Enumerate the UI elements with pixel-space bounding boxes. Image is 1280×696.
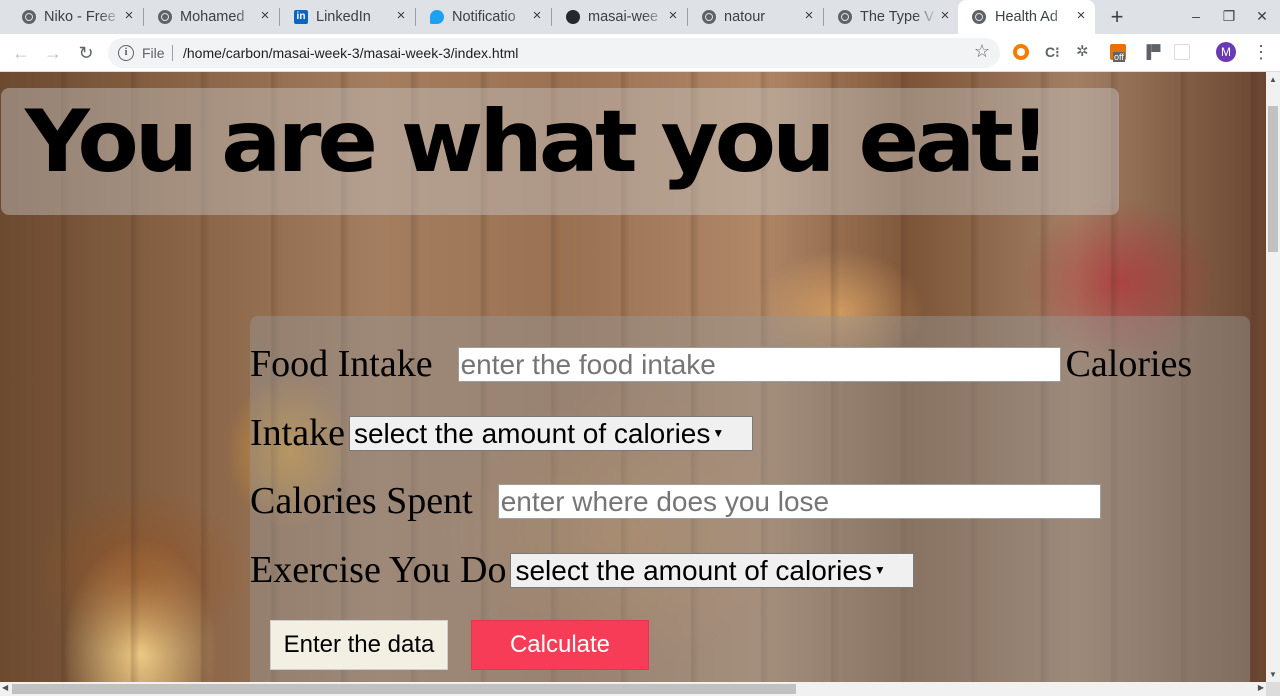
horizontal-scroll-thumb[interactable] [12,684,796,694]
horizontal-scrollbar[interactable]: ◀ ▶ [0,682,1266,696]
extension-orange-icon[interactable] [1013,44,1029,60]
tab-title: Notificatio [452,9,516,25]
forward-button[interactable]: → [42,42,64,64]
reload-button[interactable]: ↻ [75,42,97,64]
calorie-form: Food Intake enter the food intake Calori… [250,316,1250,682]
calories-spent-label: Calories Spent [250,480,473,522]
exercise-row: Exercise You Do select the amount of cal… [250,548,915,592]
globe-icon [22,10,36,24]
new-tab-button[interactable]: + [1105,5,1129,29]
tab-github[interactable]: masai-wee × [544,0,687,34]
calories-label: Calories [1065,343,1193,385]
address-url[interactable]: /home/carbon/masai-week-3/masai-week-3/i… [183,45,518,61]
calories-spent-input[interactable]: enter where does you lose [497,483,1101,519]
extension-flag-icon[interactable]: ▐▀ [1142,44,1160,60]
window-close-button[interactable]: ✕ [1253,8,1271,25]
extension-bug-icon[interactable]: ✲ [1076,44,1092,60]
restore-button[interactable]: ❐ [1220,8,1238,25]
calculate-button[interactable]: Calculate [471,620,649,670]
browser-menu-icon[interactable]: ⋮ [1252,42,1270,62]
extension-off-badge: off [1113,52,1125,62]
bookmark-star-icon[interactable]: ☆ [974,41,990,62]
scrollbar-corner [1266,682,1280,696]
close-icon[interactable]: × [801,8,817,24]
scroll-up-icon[interactable]: ▲ [1269,75,1277,84]
food-intake-row: Food Intake enter the food intake Calori… [250,342,1192,386]
close-icon[interactable]: × [393,8,409,24]
intake-select[interactable]: select the amount of calories ▼ [348,415,753,451]
tab-natour[interactable]: natour × [680,0,823,34]
tab-linkedin[interactable]: in LinkedIn × [272,0,415,34]
browser-toolbar: ← → ↻ i File /home/carbon/masai-week-3/m… [0,34,1280,72]
vertical-scroll-thumb[interactable] [1268,106,1278,252]
headline-banner: You are what you eat! [1,88,1119,215]
vertical-scrollbar[interactable]: ▲ ▼ [1266,72,1280,682]
tab-notifications[interactable]: Notificatio × [408,0,551,34]
extension-off-icon[interactable]: off [1110,44,1126,62]
intake-label: Intake [250,412,345,454]
exercise-select[interactable]: select the amount of calories ▼ [510,552,915,588]
github-icon [566,10,580,24]
globe-icon [972,10,986,24]
tab-niko[interactable]: Niko - Free × [0,0,143,34]
food-intake-label: Food Intake [250,343,433,385]
tab-strip: Niko - Free × Mohamed × in LinkedIn × No… [0,0,1280,34]
back-button[interactable]: ← [10,42,32,64]
page-viewport: You are what you eat! Food Intake enter … [0,72,1266,682]
info-icon[interactable]: i [118,45,134,61]
scroll-down-icon[interactable]: ▼ [1269,670,1277,679]
tab-title: The Type V [860,9,934,25]
profile-avatar[interactable]: M [1216,42,1236,62]
extension-code-icon[interactable]: C⁝ [1045,44,1061,60]
minimize-button[interactable]: – [1187,8,1205,24]
intake-row: Intake select the amount of calories ▼ [250,411,753,455]
close-icon[interactable]: × [665,8,681,24]
exercise-label: Exercise You Do [250,549,507,591]
tab-title: masai-wee [588,9,659,25]
close-icon[interactable]: × [1073,8,1089,24]
extension-box-icon[interactable] [1174,44,1190,60]
dropdown-arrow-icon: ▼ [712,425,725,440]
globe-icon [158,10,172,24]
scroll-left-icon[interactable]: ◀ [2,683,8,692]
twitter-icon [430,10,444,24]
tab-title: Niko - Free [44,9,116,25]
tab-title: Mohamed [180,9,245,25]
linkedin-icon: in [294,10,308,24]
tab-title: Health Ad [995,9,1058,25]
exercise-select-value: select the amount of calories [515,554,872,586]
tab-health-advisor[interactable]: Health Ad × [958,0,1095,34]
address-scheme: File [142,45,165,61]
intake-select-value: select the amount of calories [353,417,711,449]
tab-title: natour [724,9,766,25]
globe-icon [838,10,852,24]
close-icon[interactable]: × [257,8,273,24]
enter-data-button[interactable]: Enter the data [270,620,448,670]
food-intake-input[interactable]: enter the food intake [457,346,1061,382]
calories-spent-row: Calories Spent enter where does you lose [250,479,1101,523]
globe-icon [702,10,716,24]
close-icon[interactable]: × [121,8,137,24]
address-divider [172,45,173,61]
tab-mohamed[interactable]: Mohamed × [136,0,279,34]
tab-the-type[interactable]: The Type V × [816,0,959,34]
address-bar[interactable]: i File /home/carbon/masai-week-3/masai-w… [108,38,1000,68]
page-headline: You are what you eat! [25,92,1051,192]
tab-title: LinkedIn [316,9,371,25]
dropdown-arrow-icon: ▼ [873,562,886,577]
scroll-right-icon[interactable]: ▶ [1258,683,1264,692]
close-icon[interactable]: × [937,8,953,24]
close-icon[interactable]: × [529,8,545,24]
